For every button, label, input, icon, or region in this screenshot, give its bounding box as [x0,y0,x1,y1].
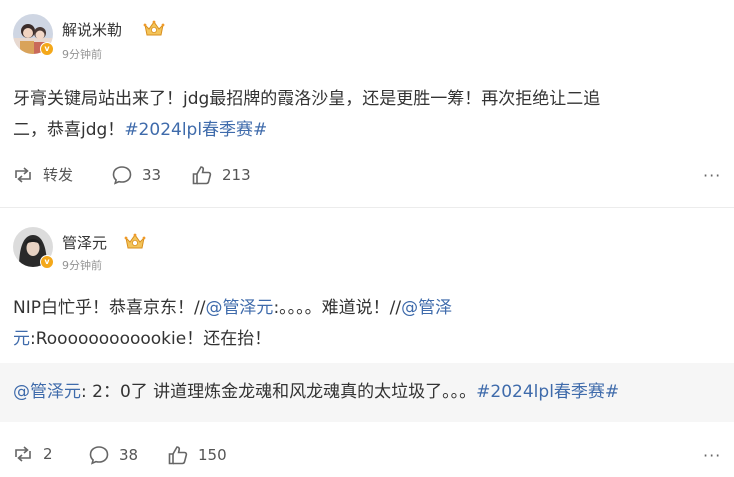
post-1: v 解说米勒 9分钟前 牙膏关键局站出来了！jdg最招牌的霞洛沙皇，还是更胜一筹… [0,0,734,207]
like-count: 150 [198,446,227,464]
post-content: 牙膏关键局站出来了！jdg最招牌的霞洛沙皇，还是更胜一筹！再次拒绝让二追 二，恭… [13,84,718,146]
repost-button[interactable]: 2 [12,444,53,464]
hashtag-link[interactable]: #2024lpl春季赛# [124,120,267,140]
comment-count: 38 [119,446,139,464]
hashtag-link[interactable]: #2024lpl春季赛# [476,382,619,402]
content-line: 牙膏关键局站出来了！jdg最招牌的霞洛沙皇，还是更胜一筹！再次拒绝让二追 [13,89,601,109]
comment-count: 33 [142,166,162,184]
comment-icon [89,446,109,465]
crown-icon [124,233,146,255]
author-name[interactable]: 解说米勒 [62,19,122,40]
like-icon [192,166,212,185]
verified-badge-icon: v [40,42,54,56]
repost-button[interactable]: 转发 [12,164,73,185]
content-text: NIP白忙乎！恭喜京东！// [13,298,206,318]
post-time[interactable]: 9分钟前 [62,46,102,62]
mention-link[interactable]: @管泽元 [13,382,81,402]
author-name[interactable]: 管泽元 [62,232,107,253]
comment-button[interactable]: 33 [111,164,161,186]
quoted-text: @管泽元: 2：0了 讲道理炼金龙魂和风龙魂真的太垃圾了。。。#2024lpl春… [13,377,619,408]
post-content: NIP白忙乎！恭喜京东！//@管泽元:。。。。难道说！//@管泽 元:Roooo… [13,293,718,355]
repost-icon [15,446,31,462]
like-button[interactable]: 150 [167,444,227,466]
mention-link[interactable]: 元 [13,329,30,349]
more-icon[interactable]: ··· [703,166,721,185]
content-text: :Roooooooooookie！还在抬！ [30,329,272,349]
comment-icon [112,166,132,185]
like-icon [168,446,188,465]
post-time[interactable]: 9分钟前 [62,257,102,273]
repost-icon [15,166,31,183]
comment-button[interactable]: 38 [88,444,138,466]
mention-link[interactable]: @管泽 [401,298,452,318]
content-text: :。。。。难道说！// [273,298,402,318]
content-line: 二，恭喜jdg！ [13,120,125,140]
repost-count: 2 [43,445,53,463]
quote-body: : 2：0了 讲道理炼金龙魂和风龙魂真的太垃圾了。。。 [81,382,477,402]
mention-link[interactable]: @管泽元 [205,298,273,318]
repost-label: 转发 [43,166,74,184]
like-button[interactable]: 213 [191,164,251,186]
quoted-post[interactable]: @管泽元: 2：0了 讲道理炼金龙魂和风龙魂真的太垃圾了。。。#2024lpl春… [0,363,734,422]
more-icon[interactable]: ··· [703,446,721,465]
like-count: 213 [222,166,251,184]
verified-badge-icon: v [40,255,54,269]
post-2: v 管泽元 9分钟前 NIP白忙乎！恭喜京东！//@管泽元:。。。。难道说！//… [0,208,734,477]
crown-icon [143,20,165,42]
